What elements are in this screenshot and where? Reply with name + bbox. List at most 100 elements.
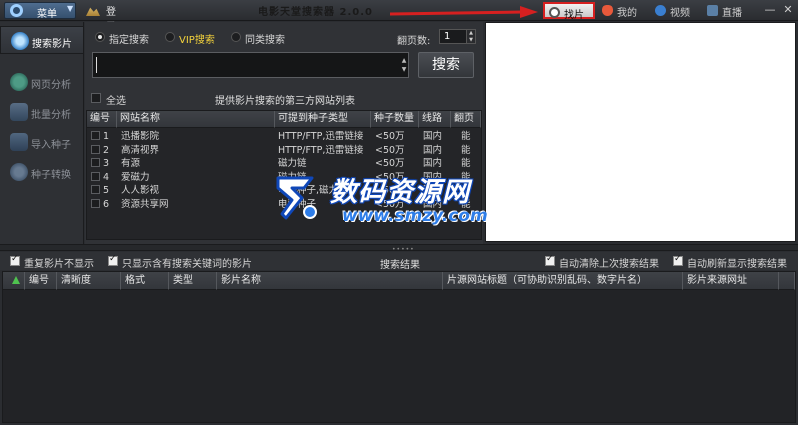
column-header-movie-name[interactable]: 影片名称 bbox=[217, 272, 443, 290]
cell-seed-type: 电驴种子 bbox=[278, 198, 317, 210]
cell-seed-count: <50万 bbox=[375, 131, 405, 142]
video-label: 视频 bbox=[670, 8, 690, 19]
column-header-source-url[interactable]: 影片来源网址 bbox=[683, 272, 779, 290]
minimize-button[interactable]: — bbox=[762, 2, 778, 18]
cell-number: 5 bbox=[103, 185, 110, 196]
radio-label: VIP搜索 bbox=[179, 35, 215, 46]
cell-number: 6 bbox=[103, 198, 110, 210]
checkbox-checked bbox=[673, 254, 683, 266]
stepper-arrows-icon[interactable]: ▲ ▼ bbox=[467, 29, 476, 44]
row-checkbox[interactable] bbox=[91, 171, 100, 181]
mine-button[interactable]: 我的 bbox=[598, 2, 646, 19]
row-checkbox[interactable] bbox=[91, 158, 100, 167]
cell-seed-type: 电驴种子,磁力链 bbox=[278, 185, 348, 196]
sidebar-item-label: 导入种子 bbox=[31, 140, 71, 151]
row-checkbox[interactable] bbox=[91, 198, 100, 208]
cell-site-name: 爱磁力 bbox=[121, 171, 150, 183]
gear-icon bbox=[10, 4, 23, 17]
table-row[interactable]: 3 有源 磁力链 <50万 国内 能 bbox=[87, 157, 481, 170]
close-button[interactable]: ✕ bbox=[780, 2, 796, 18]
column-header-site-name[interactable]: 网站名称 bbox=[117, 111, 275, 128]
column-header-seed-type[interactable]: 可提到种子类型 bbox=[275, 111, 371, 128]
table-row[interactable]: 1 迅播影院 HTTP/FTP,迅雷链接 <50万 国内 能 bbox=[87, 130, 481, 143]
search-pane: 指定搜索 VIP搜索 同类搜索 翻页数: 1 ▲ ▼ ▲ ▼ 搜索 全选 提供影片搜… bbox=[85, 22, 483, 244]
auto-clear-label: 自动清除上次搜索结果 bbox=[559, 259, 659, 270]
text-cursor bbox=[96, 57, 97, 73]
column-header-number[interactable]: 编号 bbox=[25, 272, 57, 290]
cell-route: 国内 bbox=[423, 131, 443, 142]
table-row[interactable]: 6 资源共享网 电驴种子 <50万 国内 能 bbox=[87, 198, 481, 211]
cell-site-name: 人人影视 bbox=[121, 185, 160, 196]
sites-caption: 提供影片搜索的第三方网站列表 bbox=[215, 96, 355, 107]
cell-site-name: 高清视界 bbox=[121, 144, 160, 156]
splitter-handle[interactable]: ••••• bbox=[0, 244, 798, 253]
table-row[interactable]: 2 高清视界 HTTP/FTP,迅雷链接 <50万 国内 能 bbox=[87, 144, 481, 157]
cell-paging: 能 bbox=[461, 185, 471, 196]
heart-icon bbox=[602, 5, 613, 16]
sidebar-item-import-seed[interactable]: 导入种子 bbox=[0, 128, 84, 156]
column-header-number[interactable]: 编号 bbox=[87, 111, 117, 128]
dedupe-label: 重复影片不显示 bbox=[24, 259, 94, 270]
sort-column[interactable] bbox=[3, 272, 25, 290]
radio-dot bbox=[95, 32, 105, 42]
cell-paging: 能 bbox=[461, 144, 471, 156]
sidebar-item-batch-analysis[interactable]: 批量分析 bbox=[0, 98, 84, 126]
cell-seed-count: <50万 bbox=[375, 144, 405, 156]
sidebar-item-search-movie[interactable]: 搜索影片 bbox=[0, 26, 84, 54]
pages-stepper[interactable]: 1 bbox=[439, 29, 467, 44]
radio-dot bbox=[165, 32, 175, 42]
cell-seed-count: <50万 bbox=[375, 158, 405, 169]
search-icon bbox=[549, 7, 560, 18]
column-header-paging[interactable]: 翻页 bbox=[451, 111, 481, 128]
sidebar-item-seed-convert[interactable]: 种子转换 bbox=[0, 158, 84, 186]
find-movie-button[interactable]: 找片 bbox=[543, 2, 595, 21]
column-header-resolution[interactable]: 清晰度 bbox=[57, 272, 121, 290]
sidebar-item-label: 网页分析 bbox=[31, 80, 71, 91]
live-label: 直播 bbox=[722, 8, 742, 19]
sidebar-item-web-analysis[interactable]: 网页分析 bbox=[0, 68, 84, 96]
find-movie-label: 找片 bbox=[564, 10, 584, 21]
tv-icon bbox=[707, 5, 718, 16]
column-header-route[interactable]: 线路 bbox=[419, 111, 451, 128]
globe-icon bbox=[655, 5, 666, 16]
cell-paging: 能 bbox=[461, 198, 471, 210]
menu-button[interactable]: 菜单 ▼ bbox=[4, 2, 76, 20]
cell-site-name: 有源 bbox=[121, 158, 141, 169]
column-header-type[interactable]: 类型 bbox=[169, 272, 217, 290]
cell-site-name: 资源共享网 bbox=[121, 198, 169, 210]
preview-panel bbox=[485, 22, 796, 242]
cell-paging: 能 bbox=[461, 131, 471, 142]
select-all-label: 全选 bbox=[106, 96, 126, 107]
cell-route: 国内 bbox=[423, 171, 443, 183]
app-title: 电影天堂搜索器 2.0.0 bbox=[258, 7, 373, 18]
row-checkbox[interactable] bbox=[91, 131, 100, 140]
cell-paging: 能 bbox=[461, 171, 471, 183]
sidebar-item-label: 批量分析 bbox=[31, 110, 71, 121]
search-input[interactable] bbox=[92, 52, 409, 78]
cell-route: 国内 bbox=[423, 158, 443, 169]
row-checkbox[interactable] bbox=[91, 185, 100, 194]
cell-seed-type: HTTP/FTP,迅雷链接 bbox=[278, 144, 364, 156]
column-header-format[interactable]: 格式 bbox=[121, 272, 169, 290]
history-dropdown-icon[interactable]: ▲ ▼ bbox=[400, 56, 408, 74]
row-checkbox[interactable] bbox=[91, 144, 100, 154]
sidebar-item-label: 搜索影片 bbox=[32, 39, 72, 50]
live-button[interactable]: 直播 bbox=[703, 2, 751, 19]
column-header-seed-count[interactable]: 种子数量 bbox=[371, 111, 419, 128]
title-bar: 菜单 ▼ 登录 电影天堂搜索器 2.0.0 找片 我的 视频 直播 — ✕ bbox=[0, 0, 798, 33]
cell-number: 1 bbox=[103, 131, 110, 142]
table-row[interactable]: 4 爱磁力 磁力链 <50万 国内 能 bbox=[87, 171, 481, 184]
red-arrow-icon bbox=[390, 6, 538, 18]
column-header-source-title[interactable]: 片源网站标题（可协助识别乱码、数字片名） bbox=[443, 272, 683, 290]
table-row[interactable]: 5 人人影视 电驴种子,磁力链 <50万 国内 能 bbox=[87, 184, 481, 197]
site-table: 编号 网站名称 可提到种子类型 种子数量 线路 翻页 1 迅播影院 HTTP/FTP… bbox=[86, 110, 482, 240]
sidebar-item-label: 种子转换 bbox=[31, 170, 71, 181]
checkbox-checked bbox=[545, 254, 555, 266]
import-seed-icon bbox=[10, 133, 28, 151]
video-button[interactable]: 视频 bbox=[651, 2, 699, 19]
search-button[interactable]: 搜索 bbox=[418, 52, 474, 78]
mine-label: 我的 bbox=[617, 8, 637, 19]
radio-dot bbox=[231, 32, 241, 42]
keyword-only-label: 只显示含有搜索关键词的影片 bbox=[122, 259, 252, 270]
cell-seed-count: <50万 bbox=[375, 171, 405, 183]
